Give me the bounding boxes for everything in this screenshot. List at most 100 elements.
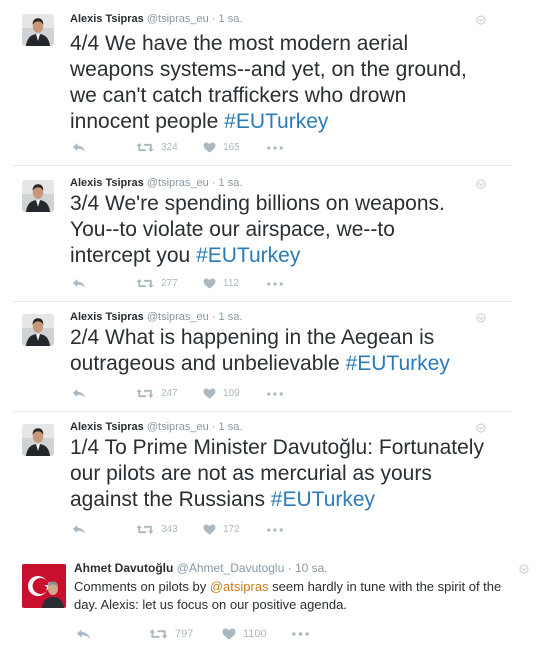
avatar[interactable]	[22, 180, 54, 212]
like-button[interactable]: 172	[203, 524, 240, 535]
retweet-button[interactable]: 324	[136, 142, 178, 153]
more-button[interactable]	[267, 392, 283, 396]
hashtag-link[interactable]: #EUTurkey	[196, 244, 300, 267]
tweet-text: 2/4 What is happening in the Aegean is o…	[70, 325, 480, 377]
retweet-icon	[136, 524, 154, 535]
more-icon	[267, 392, 283, 396]
author-handle[interactable]: @tsipras_eu	[147, 177, 209, 189]
author-name[interactable]: Ahmet Davutoğlu	[74, 561, 173, 575]
tweet-header: Alexis Tsipras @tsipras_eu · 1 sa.	[70, 311, 242, 323]
caret-down-icon[interactable]	[476, 15, 486, 25]
retweet-count: 343	[161, 524, 178, 535]
retweet-count: 324	[161, 142, 178, 153]
reply-button[interactable]	[72, 142, 86, 153]
caret-down-icon[interactable]	[476, 313, 486, 323]
more-button[interactable]	[267, 282, 283, 286]
more-icon	[267, 528, 283, 532]
tweet-header: Ahmet Davutoğlu @Ahmet_Davutoglu · 10 sa…	[74, 561, 328, 575]
reply-button[interactable]	[72, 278, 86, 289]
retweet-icon	[136, 278, 154, 289]
reply-icon	[72, 388, 86, 399]
tweet-text: 1/4 To Prime Minister Davutoğlu: Fortuna…	[70, 435, 490, 513]
like-button[interactable]: 165	[203, 142, 240, 153]
more-icon	[267, 282, 283, 286]
tweet-timestamp[interactable]: · 1 sa.	[212, 311, 243, 323]
author-name[interactable]: Alexis Tsipras	[70, 421, 144, 433]
tweet[interactable]: Alexis Tsipras @tsipras_eu · 1 sa. 3/4 W…	[0, 166, 538, 302]
author-handle[interactable]: @tsipras_eu	[147, 311, 209, 323]
reply-tweet[interactable]: Ahmet Davutoğlu @Ahmet_Davutoglu · 10 sa…	[0, 548, 538, 655]
reply-icon	[72, 524, 86, 535]
tweet[interactable]: Alexis Tsipras @tsipras_eu · 1 sa. 1/4 T…	[0, 412, 538, 542]
author-name[interactable]: Alexis Tsipras	[70, 311, 144, 323]
heart-icon	[222, 628, 236, 640]
retweet-icon	[149, 628, 168, 640]
tweet-actions: 797 1100	[74, 628, 374, 644]
like-count: 165	[223, 142, 240, 153]
heart-icon	[203, 524, 216, 535]
tweet-header: Alexis Tsipras @tsipras_eu · 1 sa.	[70, 13, 242, 25]
like-count: 109	[223, 388, 240, 399]
retweet-count: 247	[161, 388, 178, 399]
tweet[interactable]: Alexis Tsipras @tsipras_eu · 1 sa. 2/4 W…	[0, 302, 538, 412]
avatar[interactable]	[22, 564, 66, 608]
more-icon	[267, 146, 283, 150]
retweet-button[interactable]: 343	[136, 524, 178, 535]
tweet-text: 4/4 We have the most modern aerial weapo…	[70, 31, 470, 135]
retweet-button[interactable]: 247	[136, 388, 178, 399]
tweet-text: 3/4 We're spending billions on weapons. …	[70, 191, 470, 269]
hashtag-link[interactable]: #EUTurkey	[346, 352, 450, 375]
reply-button[interactable]	[72, 388, 86, 399]
author-handle[interactable]: @tsipras_eu	[147, 421, 209, 433]
author-handle[interactable]: @tsipras_eu	[147, 13, 209, 25]
more-icon	[292, 632, 309, 636]
tweet-header: Alexis Tsipras @tsipras_eu · 1 sa.	[70, 177, 242, 189]
avatar[interactable]	[22, 314, 54, 346]
retweet-count: 277	[161, 278, 178, 289]
caret-down-icon[interactable]	[519, 564, 529, 574]
avatar[interactable]	[22, 424, 54, 456]
tweet-timestamp[interactable]: · 1 sa.	[212, 421, 243, 433]
tweet-timestamp[interactable]: · 1 sa.	[212, 13, 243, 25]
caret-down-icon[interactable]	[476, 423, 486, 433]
tweet-body: Comments on pilots by	[74, 579, 210, 594]
heart-icon	[203, 142, 216, 153]
like-button[interactable]: 109	[203, 388, 240, 399]
reply-button[interactable]	[72, 524, 86, 535]
like-count: 1100	[243, 628, 267, 640]
tweet-actions: 324 165	[70, 142, 370, 158]
tweet-timestamp[interactable]: · 1 sa.	[212, 177, 243, 189]
hashtag-link[interactable]: #EUTurkey	[271, 488, 375, 511]
hashtag-link[interactable]: #EUTurkey	[224, 110, 328, 133]
caret-down-icon[interactable]	[476, 179, 486, 189]
author-name[interactable]: Alexis Tsipras	[70, 177, 144, 189]
like-button[interactable]: 1100	[222, 628, 267, 640]
tweet-actions: 343 172	[70, 524, 370, 540]
reply-icon	[72, 278, 86, 289]
reply-button[interactable]	[76, 628, 91, 640]
retweet-button[interactable]: 277	[136, 278, 178, 289]
like-count: 112	[223, 278, 239, 289]
author-handle[interactable]: @Ahmet_Davutoglu	[177, 561, 285, 575]
tweet-actions: 277 112	[70, 278, 370, 294]
tweet-timestamp[interactable]: · 10 sa.	[288, 561, 328, 575]
retweet-button[interactable]: 797	[149, 628, 193, 640]
heart-icon	[203, 278, 216, 289]
reply-icon	[72, 142, 86, 153]
tweet-text: Comments on pilots by @atsipras seem har…	[74, 578, 524, 614]
more-button[interactable]	[267, 146, 283, 150]
avatar[interactable]	[22, 14, 54, 46]
more-button[interactable]	[267, 528, 283, 532]
author-name[interactable]: Alexis Tsipras	[70, 13, 144, 25]
like-count: 172	[223, 524, 240, 535]
reply-icon	[76, 628, 91, 640]
retweet-icon	[136, 142, 154, 153]
tweet-actions: 247 109	[70, 388, 370, 404]
tweet[interactable]: Alexis Tsipras @tsipras_eu · 1 sa. 4/4 W…	[0, 0, 538, 166]
like-button[interactable]: 112	[203, 278, 239, 289]
retweet-count: 797	[175, 628, 194, 640]
more-button[interactable]	[292, 632, 309, 636]
mention-link[interactable]: @atsipras	[210, 579, 269, 594]
retweet-icon	[136, 388, 154, 399]
tweet-header: Alexis Tsipras @tsipras_eu · 1 sa.	[70, 421, 242, 433]
